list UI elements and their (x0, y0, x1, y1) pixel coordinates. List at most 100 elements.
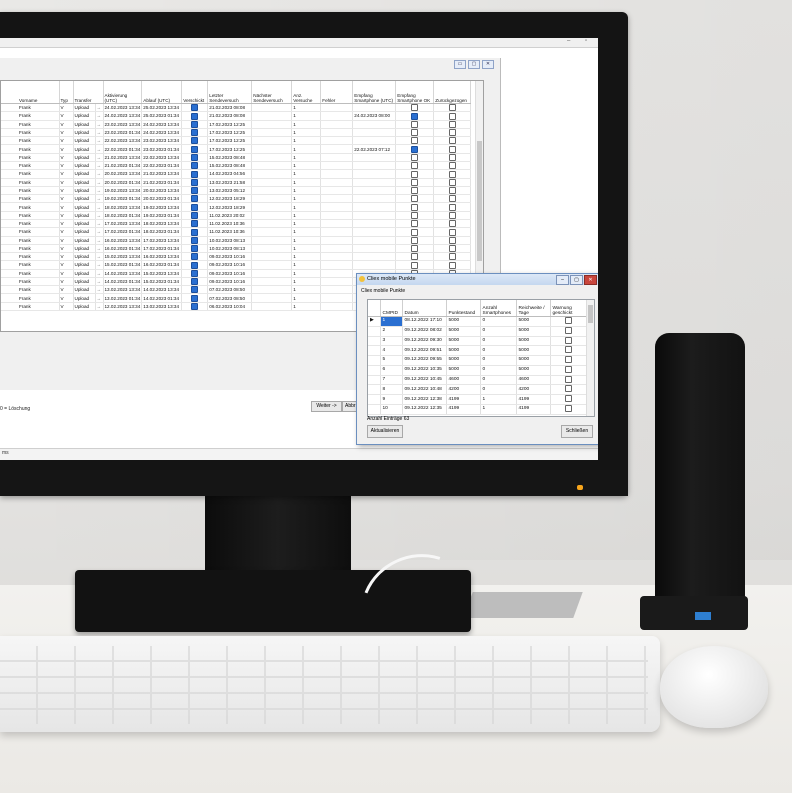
points-vertical-scrollbar[interactable] (586, 300, 594, 416)
table-row[interactable]: Frank V Upload → 19.02.2023 13:34 20.02.2023 … (1, 186, 472, 196)
points-row[interactable]: 2 09.12.2022 08:02 5000 0 5000 (368, 326, 587, 337)
col-datum[interactable]: Datum (402, 300, 447, 317)
col-vorname[interactable]: Vorname (1, 81, 60, 104)
verschickt-checkbox[interactable] (191, 220, 199, 227)
verschickt-checkbox[interactable] (191, 178, 199, 186)
col-verschickt[interactable]: Verschickt (181, 81, 209, 104)
taskbar-item[interactable]: ms (2, 450, 9, 456)
dialog-minimize-icon[interactable]: – (556, 275, 569, 285)
empfang-ok-checkbox[interactable] (411, 253, 419, 260)
dialog-close-icon[interactable]: ✕ (584, 275, 597, 285)
points-row[interactable]: 7 09.12.2022 10:45 4600 0 4600 (368, 375, 587, 386)
row-header[interactable] (368, 326, 381, 337)
zurueckgezogen-checkbox[interactable] (448, 203, 456, 211)
verschickt-checkbox[interactable] (191, 137, 199, 144)
mdi-restore-icon[interactable]: ▢ (468, 60, 480, 69)
zurueckgezogen-checkbox[interactable] (448, 261, 456, 269)
empfang-ok-checkbox[interactable] (411, 153, 419, 161)
empfang-ok-checkbox[interactable] (411, 228, 419, 235)
dialog-maximize-icon[interactable]: ▢ (570, 275, 583, 285)
verschickt-checkbox[interactable] (191, 236, 199, 244)
zurueckgezogen-checkbox[interactable] (448, 195, 456, 202)
verschickt-checkbox[interactable] (191, 278, 199, 285)
col-empfang-smartphone[interactable]: Empfang Smartphone (UTC) (352, 81, 397, 104)
weiter-button[interactable]: Weiter -> (311, 401, 342, 412)
mdi-minimize-icon[interactable]: ▭ (454, 60, 466, 69)
zurueckgezogen-checkbox[interactable] (448, 170, 456, 177)
row-header[interactable] (368, 355, 381, 366)
table-row[interactable]: Frank V Upload → 19.02.2023 01:34 20.02.2023 … (1, 194, 472, 204)
col-aktivierung[interactable]: Aktivierung (UTC) (103, 81, 143, 104)
table-row[interactable]: Frank V Upload → 15.02.2023 01:34 16.02.2023 … (1, 260, 472, 270)
verschickt-checkbox[interactable] (191, 228, 199, 235)
scrollbar-thumb[interactable] (477, 141, 482, 261)
empfang-ok-checkbox[interactable] (411, 162, 419, 169)
points-row[interactable]: 9 09.12.2022 12:38 4199 1 4199 (368, 394, 587, 405)
verschickt-checkbox[interactable] (191, 269, 199, 277)
zurueckgezogen-checkbox[interactable] (448, 187, 456, 194)
table-row[interactable]: Frank V Upload → 18.02.2023 13:34 19.02.2023 … (1, 202, 472, 212)
row-header[interactable] (368, 365, 381, 376)
zurueckgezogen-checkbox[interactable] (448, 129, 456, 136)
scrollbar-thumb[interactable] (588, 305, 593, 323)
table-row[interactable]: Frank V Upload → 22.02.2023 01:34 23.02.2023 … (1, 144, 472, 154)
table-row[interactable]: Frank V Upload → 20.02.2023 13:34 21.02.2023 … (1, 169, 472, 179)
col-naechster-sendeversuch[interactable]: Nächster Sendeversuch (251, 81, 293, 104)
col-warnung-geschickt[interactable]: Warnung geschickt (550, 300, 587, 317)
row-header[interactable] (368, 404, 381, 415)
row-header[interactable] (368, 375, 381, 386)
row-header[interactable] (368, 384, 381, 396)
verschickt-checkbox[interactable] (191, 129, 199, 136)
zurueckgezogen-checkbox[interactable] (448, 236, 456, 244)
empfang-ok-checkbox[interactable] (411, 261, 419, 269)
empfang-ok-checkbox[interactable] (411, 104, 419, 111)
zurueckgezogen-checkbox[interactable] (448, 253, 456, 260)
col-transfer[interactable]: Transfer (73, 81, 104, 104)
warnung-checkbox[interactable] (564, 375, 572, 383)
col-anzahl-smartphones[interactable]: Anzahl Smartphones (480, 300, 517, 317)
verschickt-checkbox[interactable] (191, 145, 199, 153)
table-row[interactable]: Frank V Upload → 23.02.2023 13:34 24.02.2023 … (1, 120, 472, 129)
col-punktestand[interactable]: Punktestand (446, 300, 481, 317)
col-letzter-sendeversuch[interactable]: Letzter Sendeversuch (207, 81, 253, 104)
verschickt-checkbox[interactable] (191, 253, 199, 260)
table-row[interactable]: Frank V Upload → 17.02.2023 13:34 18.02.2023 … (1, 219, 472, 229)
col-reichweite[interactable]: Reichweite / Tage (516, 300, 551, 317)
col-zurueckgezogen[interactable]: Zurückgezogen (433, 81, 472, 104)
zurueckgezogen-checkbox[interactable] (448, 145, 456, 153)
warnung-checkbox[interactable] (564, 385, 572, 393)
zurueckgezogen-checkbox[interactable] (448, 112, 456, 120)
empfang-ok-checkbox[interactable] (411, 187, 419, 194)
empfang-ok-checkbox[interactable] (411, 203, 419, 211)
empfang-ok-checkbox[interactable] (411, 129, 419, 136)
verschickt-checkbox[interactable] (191, 245, 199, 252)
empfang-ok-checkbox[interactable] (411, 178, 419, 186)
zurueckgezogen-checkbox[interactable] (448, 211, 456, 219)
warnung-checkbox[interactable] (564, 326, 572, 334)
col-fehler[interactable]: Fehler (320, 81, 354, 104)
table-row[interactable]: Frank V Upload → 21.02.2023 01:34 22.02.2023 … (1, 161, 472, 171)
empfang-ok-checkbox[interactable] (411, 120, 419, 128)
row-header[interactable] (368, 345, 381, 357)
points-grid[interactable]: CMPID Datum Punktestand Anzahl Smartphon… (367, 299, 595, 417)
col-ablauf[interactable]: Ablauf (UTC) (141, 81, 183, 104)
zurueckgezogen-checkbox[interactable] (448, 228, 456, 235)
warnung-checkbox[interactable] (564, 317, 572, 324)
points-row[interactable]: ▶ 1 08.12.2022 17:10 5000 0 5000 (368, 316, 587, 327)
empfang-ok-checkbox[interactable] (411, 195, 419, 202)
col-cmpid[interactable]: CMPID (380, 300, 403, 317)
warnung-checkbox[interactable] (564, 404, 572, 412)
col-typ[interactable]: Typ (59, 81, 74, 104)
table-row[interactable]: Frank V Upload → 24.02.2023 13:34 25.02.2023 … (1, 111, 472, 121)
zurueckgezogen-checkbox[interactable] (448, 162, 456, 169)
warnung-checkbox[interactable] (564, 356, 572, 364)
verschickt-checkbox[interactable] (191, 211, 199, 219)
points-row[interactable]: 4 09.12.2022 09:51 5000 0 5000 (368, 345, 587, 357)
zurueckgezogen-checkbox[interactable] (448, 178, 456, 186)
table-row[interactable]: Frank V Upload → 15.02.2023 13:34 16.02.2023 … (1, 252, 472, 262)
verschickt-checkbox[interactable] (191, 170, 199, 177)
points-row[interactable]: 6 09.12.2022 10:35 5000 0 5000 (368, 365, 587, 376)
refresh-button[interactable]: Aktualisieren (367, 425, 403, 438)
warnung-checkbox[interactable] (564, 336, 572, 344)
row-header[interactable] (368, 394, 381, 405)
